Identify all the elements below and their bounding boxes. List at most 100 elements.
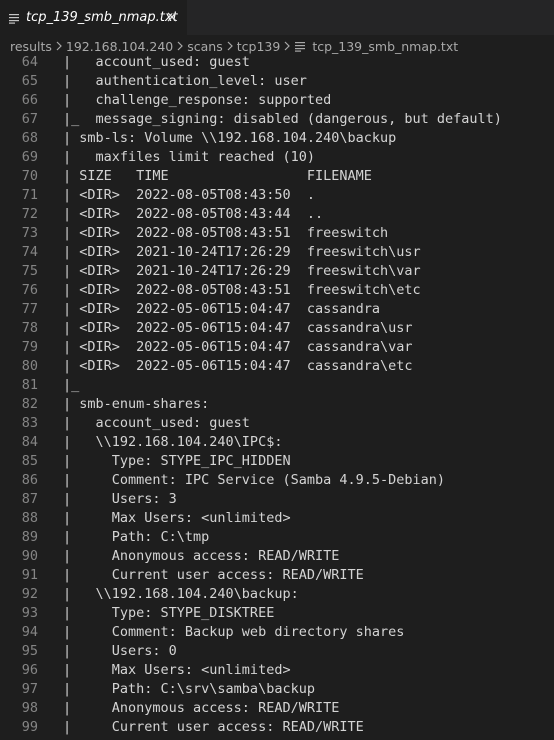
line-number: 70 xyxy=(21,168,38,184)
code-line[interactable]: 76 | <DIR> 2022-08-05T08:43:51 freeswitch… xyxy=(0,281,554,300)
line-text: | authentication_level: user xyxy=(63,73,307,89)
line-text: | Users: 0 xyxy=(63,643,177,659)
line-number: 96 xyxy=(21,662,38,678)
line-number: 99 xyxy=(21,719,38,735)
code-line[interactable]: 72 | <DIR> 2022-08-05T08:43:44 .. xyxy=(0,205,554,224)
line-number: 86 xyxy=(21,472,38,488)
line-number: 65 xyxy=(21,73,38,89)
line-text: | Type: STYPE_DISKTREE xyxy=(63,605,275,621)
line-number: 81 xyxy=(21,377,38,393)
line-number: 88 xyxy=(21,510,38,526)
breadcrumb-item-file[interactable]: tcp_139_smb_nmap.txt xyxy=(312,39,458,54)
code-line[interactable]: 98 | Anonymous access: READ/WRITE xyxy=(0,699,554,718)
line-text: | Current user access: READ/WRITE xyxy=(63,719,364,735)
line-number: 79 xyxy=(21,339,38,355)
code-line[interactable]: 94 | Comment: Backup web directory shares xyxy=(0,623,554,642)
code-line[interactable]: 92 | \\192.168.104.240\backup: xyxy=(0,585,554,604)
line-number: 80 xyxy=(21,358,38,374)
code-line[interactable]: 78 | <DIR> 2022-05-06T15:04:47 cassandra\… xyxy=(0,319,554,338)
chevron-right-icon xyxy=(280,41,294,51)
code-line[interactable]: 69 | maxfiles limit reached (10) xyxy=(0,148,554,167)
code-line[interactable]: 99 | Current user access: READ/WRITE xyxy=(0,718,554,737)
line-number: 71 xyxy=(21,187,38,203)
code-line[interactable]: 66 | challenge_response: supported xyxy=(0,91,554,110)
line-text: | Anonymous access: READ/WRITE xyxy=(63,548,340,564)
chevron-right-icon xyxy=(223,41,237,51)
line-number: 84 xyxy=(21,434,38,450)
code-line[interactable]: 83 | account_used: guest xyxy=(0,414,554,433)
code-line[interactable]: 77 | <DIR> 2022-05-06T15:04:47 cassandra xyxy=(0,300,554,319)
code-line[interactable]: 81 |_ xyxy=(0,376,554,395)
code-editor[interactable]: 64 | account_used: guest 65 | authenticatio… xyxy=(0,53,554,740)
line-number: 77 xyxy=(21,301,38,317)
code-line[interactable]: 71 | <DIR> 2022-08-05T08:43:50 . xyxy=(0,186,554,205)
line-text: | Max Users: <unlimited> xyxy=(63,510,291,526)
code-line[interactable]: 87 | Users: 3 xyxy=(0,490,554,509)
line-text: | smb-ls: Volume \\192.168.104.240\backu… xyxy=(63,130,397,146)
line-text: | account_used: guest xyxy=(63,415,250,431)
line-text: | Comment: IPC Service (Samba 4.9.5-Debi… xyxy=(63,472,446,488)
text-lines-icon xyxy=(8,12,20,24)
line-number: 87 xyxy=(21,491,38,507)
code-line[interactable]: 67 |_ message_signing: disabled (dangerou… xyxy=(0,110,554,129)
tab-file[interactable]: tcp_139_smb_nmap.txt xyxy=(0,0,187,35)
line-text: | \\192.168.104.240\backup: xyxy=(63,586,299,602)
line-number: 66 xyxy=(21,92,38,108)
line-text: | Path: C:\srv\samba\backup xyxy=(63,681,315,697)
line-text: | maxfiles limit reached (10) xyxy=(63,149,315,165)
line-text: |_ message_signing: disabled (dangerous,… xyxy=(63,111,502,127)
code-line[interactable]: 86 | Comment: IPC Service (Samba 4.9.5-De… xyxy=(0,471,554,490)
line-number: 91 xyxy=(21,567,38,583)
code-line[interactable]: 70 | SIZE TIME FILENAME xyxy=(0,167,554,186)
code-line[interactable]: 91 | Current user access: READ/WRITE xyxy=(0,566,554,585)
breadcrumb-item-scans[interactable]: scans xyxy=(187,39,222,54)
line-text: | <DIR> 2022-05-06T15:04:47 cassandra xyxy=(63,301,380,317)
line-text: | Comment: Backup web directory shares xyxy=(63,624,405,640)
breadcrumb-item-ip[interactable]: 192.168.104.240 xyxy=(66,39,173,54)
tab-title: tcp_139_smb_nmap.txt xyxy=(26,10,178,25)
code-line[interactable]: 89 | Path: C:\tmp xyxy=(0,528,554,547)
line-number: 69 xyxy=(21,149,38,165)
text-lines-icon xyxy=(294,40,306,52)
code-line[interactable]: 88 | Max Users: <unlimited> xyxy=(0,509,554,528)
code-line[interactable]: 90 | Anonymous access: READ/WRITE xyxy=(0,547,554,566)
code-line[interactable]: 68 | smb-ls: Volume \\192.168.104.240\bac… xyxy=(0,129,554,148)
line-text: | <DIR> 2022-05-06T15:04:47 cassandra\va… xyxy=(63,339,413,355)
code-line[interactable]: 65 | authentication_level: user xyxy=(0,72,554,91)
code-line[interactable]: 85 | Type: STYPE_IPC_HIDDEN xyxy=(0,452,554,471)
breadcrumb-item-tcp139[interactable]: tcp139 xyxy=(237,39,281,54)
code-line[interactable]: 82 | smb-enum-shares: xyxy=(0,395,554,414)
code-line[interactable]: 74 | <DIR> 2021-10-24T17:26:29 freeswitch… xyxy=(0,243,554,262)
line-number: 83 xyxy=(21,415,38,431)
code-line[interactable]: 95 | Users: 0 xyxy=(0,642,554,661)
line-number: 98 xyxy=(21,700,38,716)
code-line[interactable]: 93 | Type: STYPE_DISKTREE xyxy=(0,604,554,623)
line-number: 73 xyxy=(21,225,38,241)
line-number: 72 xyxy=(21,206,38,222)
line-text: | <DIR> 2022-08-05T08:43:51 freeswitch\e… xyxy=(63,282,421,298)
line-number: 90 xyxy=(21,548,38,564)
code-line[interactable]: 84 | \\192.168.104.240\IPC$: xyxy=(0,433,554,452)
chevron-right-icon xyxy=(173,41,187,51)
code-line[interactable]: 73 | <DIR> 2022-08-05T08:43:51 freeswitch xyxy=(0,224,554,243)
line-number: 64 xyxy=(21,54,38,70)
line-number: 94 xyxy=(21,624,38,640)
code-line[interactable]: 96 | Max Users: <unlimited> xyxy=(0,661,554,680)
line-text: | <DIR> 2022-08-05T08:43:50 . xyxy=(63,187,315,203)
line-number: 68 xyxy=(21,130,38,146)
line-text: | <DIR> 2022-05-06T15:04:47 cassandra\et… xyxy=(63,358,413,374)
code-line[interactable]: 75 | <DIR> 2021-10-24T17:26:29 freeswitch… xyxy=(0,262,554,281)
line-text: | Max Users: <unlimited> xyxy=(63,662,291,678)
line-text: | challenge_response: supported xyxy=(63,92,332,108)
line-text: | <DIR> 2021-10-24T17:26:29 freeswitch\u… xyxy=(63,244,421,260)
line-text: | <DIR> 2022-08-05T08:43:44 .. xyxy=(63,206,324,222)
code-line[interactable]: 80 | <DIR> 2022-05-06T15:04:47 cassandra\… xyxy=(0,357,554,376)
line-text: | Current user access: READ/WRITE xyxy=(63,567,364,583)
line-text: | Path: C:\tmp xyxy=(63,529,210,545)
line-text: | <DIR> 2022-08-05T08:43:51 freeswitch xyxy=(63,225,389,241)
breadcrumb-item-results[interactable]: results xyxy=(10,39,52,54)
code-line[interactable]: 64 | account_used: guest xyxy=(0,53,554,72)
code-line[interactable]: 79 | <DIR> 2022-05-06T15:04:47 cassandra\… xyxy=(0,338,554,357)
code-line[interactable]: 97 | Path: C:\srv\samba\backup xyxy=(0,680,554,699)
close-icon[interactable] xyxy=(165,10,179,24)
